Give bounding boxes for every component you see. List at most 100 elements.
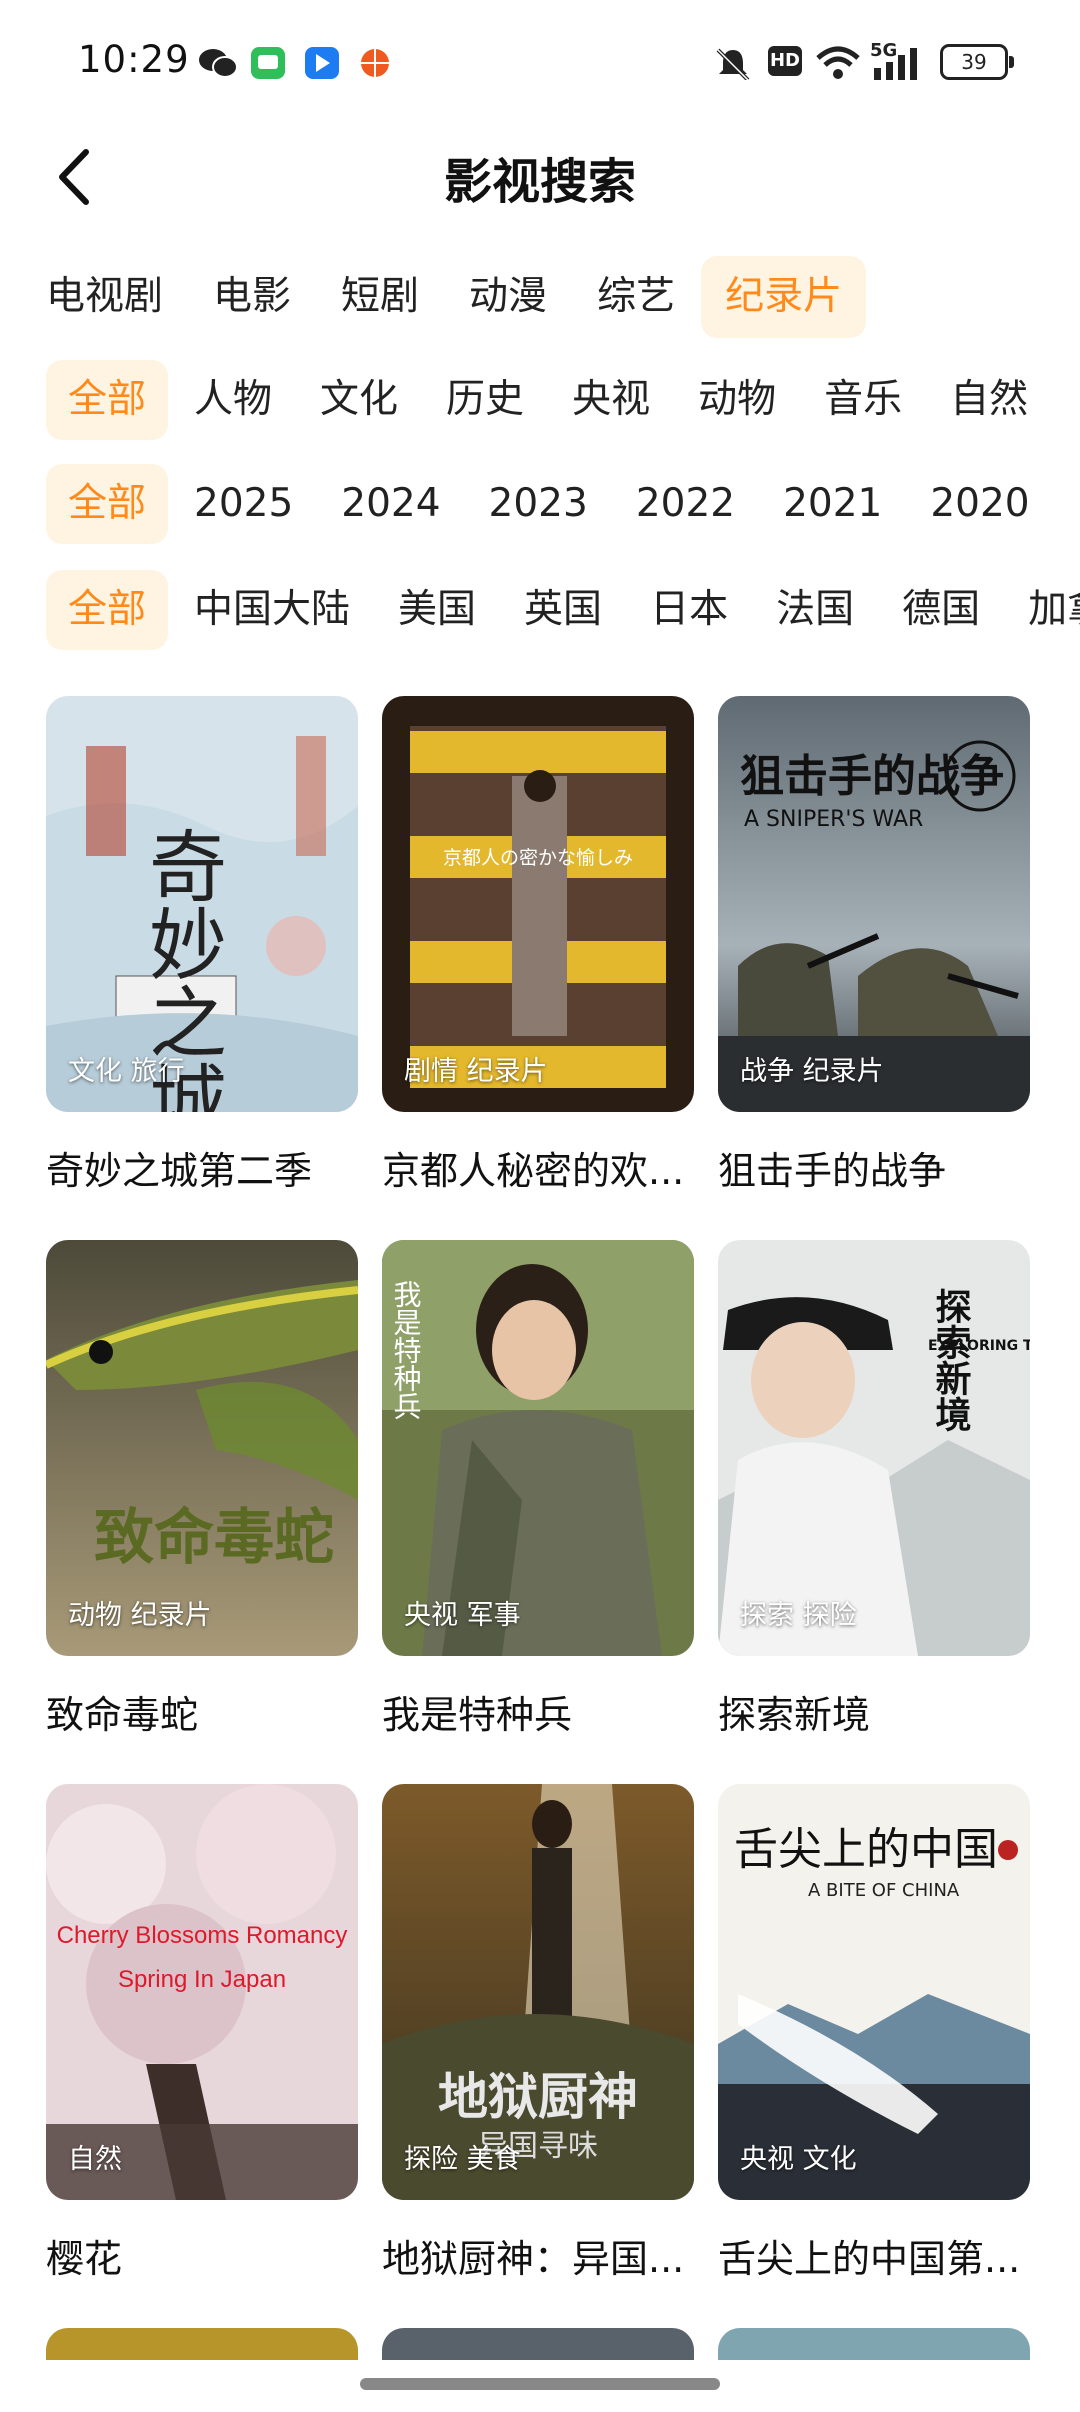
tab-movies[interactable]: 电影 <box>189 256 315 338</box>
tab-variety[interactable]: 综艺 <box>573 256 699 338</box>
poster-image: 狙击手的战争 A SNIPER'S WAR 战争 纪录片 <box>718 696 1030 1112</box>
result-card[interactable] <box>46 2328 358 2360</box>
poster-subtitle-text: EXPLORING THE UNKNOWN <box>928 1338 1030 1354</box>
poster-title-text: 地狱厨神 <box>438 2068 638 2126</box>
region-filter-item[interactable]: 英国 <box>502 570 624 650</box>
poster-image: 京都人の密かな愉しみ 剧情 纪录片 <box>382 696 694 1112</box>
region-filter-item[interactable]: 法国 <box>754 570 876 650</box>
region-filter-item[interactable]: 德国 <box>880 570 1002 650</box>
card-tags: 文化 旅行 <box>68 1056 185 1087</box>
page-title: 影视搜索 <box>443 154 636 210</box>
card-tags: 剧情 纪录片 <box>404 1056 548 1087</box>
wechat-icon <box>199 49 238 78</box>
poster-subtitle-text: A SNIPER'S WAR <box>744 807 923 832</box>
hd-icon: HD <box>768 46 802 76</box>
result-card[interactable]: 狙击手的战争 A SNIPER'S WAR 战争 纪录片 狙击手的战争 <box>718 696 1030 1195</box>
card-title: 京都人秘密的欢... <box>382 1149 685 1193</box>
poster-image: 探索新境 EXPLORING THE UNKNOWN 探索 探险 <box>718 1240 1030 1656</box>
maps-icon <box>305 47 339 79</box>
card-tags: 探索 探险 <box>740 1600 857 1631</box>
card-tags: 央视 军事 <box>404 1600 521 1631</box>
poster-image: Cherry Blossoms Romancy Spring In Japan … <box>46 1784 358 2200</box>
home-indicator[interactable] <box>360 2378 720 2390</box>
result-card[interactable] <box>718 2328 1030 2360</box>
poster-title-text: 舌尖上的中国 <box>734 1824 998 1875</box>
year-filter-item[interactable]: 2022 <box>614 464 757 544</box>
signal-icon <box>874 48 917 80</box>
poster-image: 奇妙之城 文化 旅行 <box>46 696 358 1112</box>
card-title: 舌尖上的中国第... <box>718 2237 1021 2281</box>
poster-image: 地狱厨神 异国寻味 探险 美食 <box>382 1784 694 2200</box>
genre-filter-item[interactable]: 历史 <box>424 360 546 440</box>
poster-image <box>382 2328 694 2360</box>
result-card[interactable]: 奇妙之城 文化 旅行 奇妙之城第二季 <box>46 696 358 1195</box>
genre-filter-all[interactable]: 全部 <box>46 360 169 440</box>
card-title: 我是特种兵 <box>382 1693 573 1737</box>
year-filter-item[interactable]: 2021 <box>761 464 904 544</box>
genre-filter-row: 全部 人物 文化 历史 央视 动物 音乐 自然 <box>46 360 1080 440</box>
battery-icon: 39 <box>940 44 1014 80</box>
genre-filter-item[interactable]: 自然 <box>928 360 1050 440</box>
card-tags: 探险 美食 <box>404 2144 521 2175</box>
wifi-icon <box>816 46 860 79</box>
year-filter-item[interactable]: 2025 <box>172 464 315 544</box>
result-card[interactable]: Cherry Blossoms Romancy Spring In Japan … <box>46 1784 358 2283</box>
poster-image <box>718 2328 1030 2360</box>
region-filter-item[interactable]: 加拿 <box>1006 570 1080 650</box>
genre-filter-item[interactable]: 人物 <box>172 360 294 440</box>
genre-filter-item[interactable]: 音乐 <box>802 360 924 440</box>
poster-image <box>46 2328 358 2360</box>
poster-image: 致命毒蛇 动物 纪录片 <box>46 1240 358 1656</box>
card-tags: 战争 纪录片 <box>740 1056 884 1087</box>
card-title: 致命毒蛇 <box>46 1693 199 1737</box>
mute-icon <box>716 48 750 80</box>
card-title: 奇妙之城第二季 <box>46 1149 313 1193</box>
region-filter-item[interactable]: 中国大陆 <box>172 570 372 650</box>
tab-anime[interactable]: 动漫 <box>445 256 571 338</box>
poster-title-text: 狙击手的战争 <box>740 751 1004 802</box>
card-title: 探索新境 <box>718 1693 871 1737</box>
year-filter-row: 全部 2025 2024 2023 2022 2021 2020 2019 <box>46 464 1080 544</box>
poster-title-text: 致命毒蛇 <box>94 1503 334 1573</box>
genre-filter-item[interactable]: 文化 <box>298 360 420 440</box>
tab-tv-series[interactable]: 电视剧 <box>22 256 187 338</box>
region-filter-all[interactable]: 全部 <box>46 570 169 650</box>
messages-icon <box>251 47 285 79</box>
tab-documentary[interactable]: 纪录片 <box>701 256 867 338</box>
year-filter-all[interactable]: 全部 <box>46 464 169 544</box>
year-filter-item[interactable]: 2020 <box>908 464 1051 544</box>
poster-title-text: Cherry Blossoms Romancy Spring In Japan <box>56 1922 348 1993</box>
card-title: 地狱厨神：异国... <box>382 2237 685 2281</box>
basketball-icon <box>361 49 389 77</box>
year-filter-item[interactable]: 2024 <box>319 464 462 544</box>
poster-image: 舌尖上的中国 A BITE OF CHINA 央视 文化 <box>718 1784 1030 2200</box>
result-card[interactable]: 致命毒蛇 动物 纪录片 致命毒蛇 <box>46 1240 358 1739</box>
card-title: 樱花 <box>46 2237 123 2281</box>
card-tags: 自然 <box>68 2144 122 2175</box>
region-filter-item[interactable]: 日本 <box>628 570 750 650</box>
genre-filter-item[interactable]: 动物 <box>676 360 798 440</box>
card-tags: 动物 纪录片 <box>68 1600 212 1631</box>
year-filter-item[interactable]: 2023 <box>467 464 610 544</box>
poster-title-text: 我是特种兵 <box>390 1280 423 1420</box>
tab-short-drama[interactable]: 短剧 <box>317 256 443 338</box>
poster-subtitle-text: A BITE OF CHINA <box>808 1880 960 1901</box>
result-card[interactable]: 京都人の密かな愉しみ 剧情 纪录片 京都人秘密的欢... <box>382 696 694 1195</box>
region-filter-item[interactable]: 美国 <box>376 570 498 650</box>
poster-title-text: 探索新境 <box>930 1288 972 1432</box>
genre-filter-item[interactable]: 央视 <box>550 360 672 440</box>
header: 影视搜索 <box>0 120 1080 240</box>
card-tags: 央视 文化 <box>740 2144 857 2175</box>
year-filter-item[interactable]: 2019 <box>1056 464 1080 544</box>
result-card[interactable]: 我是特种兵 央视 军事 我是特种兵 <box>382 1240 694 1739</box>
status-time: 10:29 <box>78 38 190 81</box>
status-bar: 10:29 HD 5G 39 <box>0 0 1080 120</box>
poster-title-text: 京都人の密かな愉しみ <box>443 847 633 869</box>
region-filter-row: 全部 中国大陆 美国 英国 日本 法国 德国 加拿 <box>46 570 1080 650</box>
result-card[interactable]: 探索新境 EXPLORING THE UNKNOWN 探索 探险 探索新境 <box>718 1240 1030 1739</box>
result-card[interactable]: 舌尖上的中国 A BITE OF CHINA 央视 文化 舌尖上的中国第... <box>718 1784 1030 2283</box>
result-card[interactable]: 地狱厨神 异国寻味 探险 美食 地狱厨神：异国... <box>382 1784 694 2283</box>
category-tabs: 电视剧 电影 短剧 动漫 综艺 纪录片 <box>46 256 868 338</box>
result-card[interactable] <box>382 2328 694 2360</box>
poster-image: 我是特种兵 央视 军事 <box>382 1240 694 1656</box>
